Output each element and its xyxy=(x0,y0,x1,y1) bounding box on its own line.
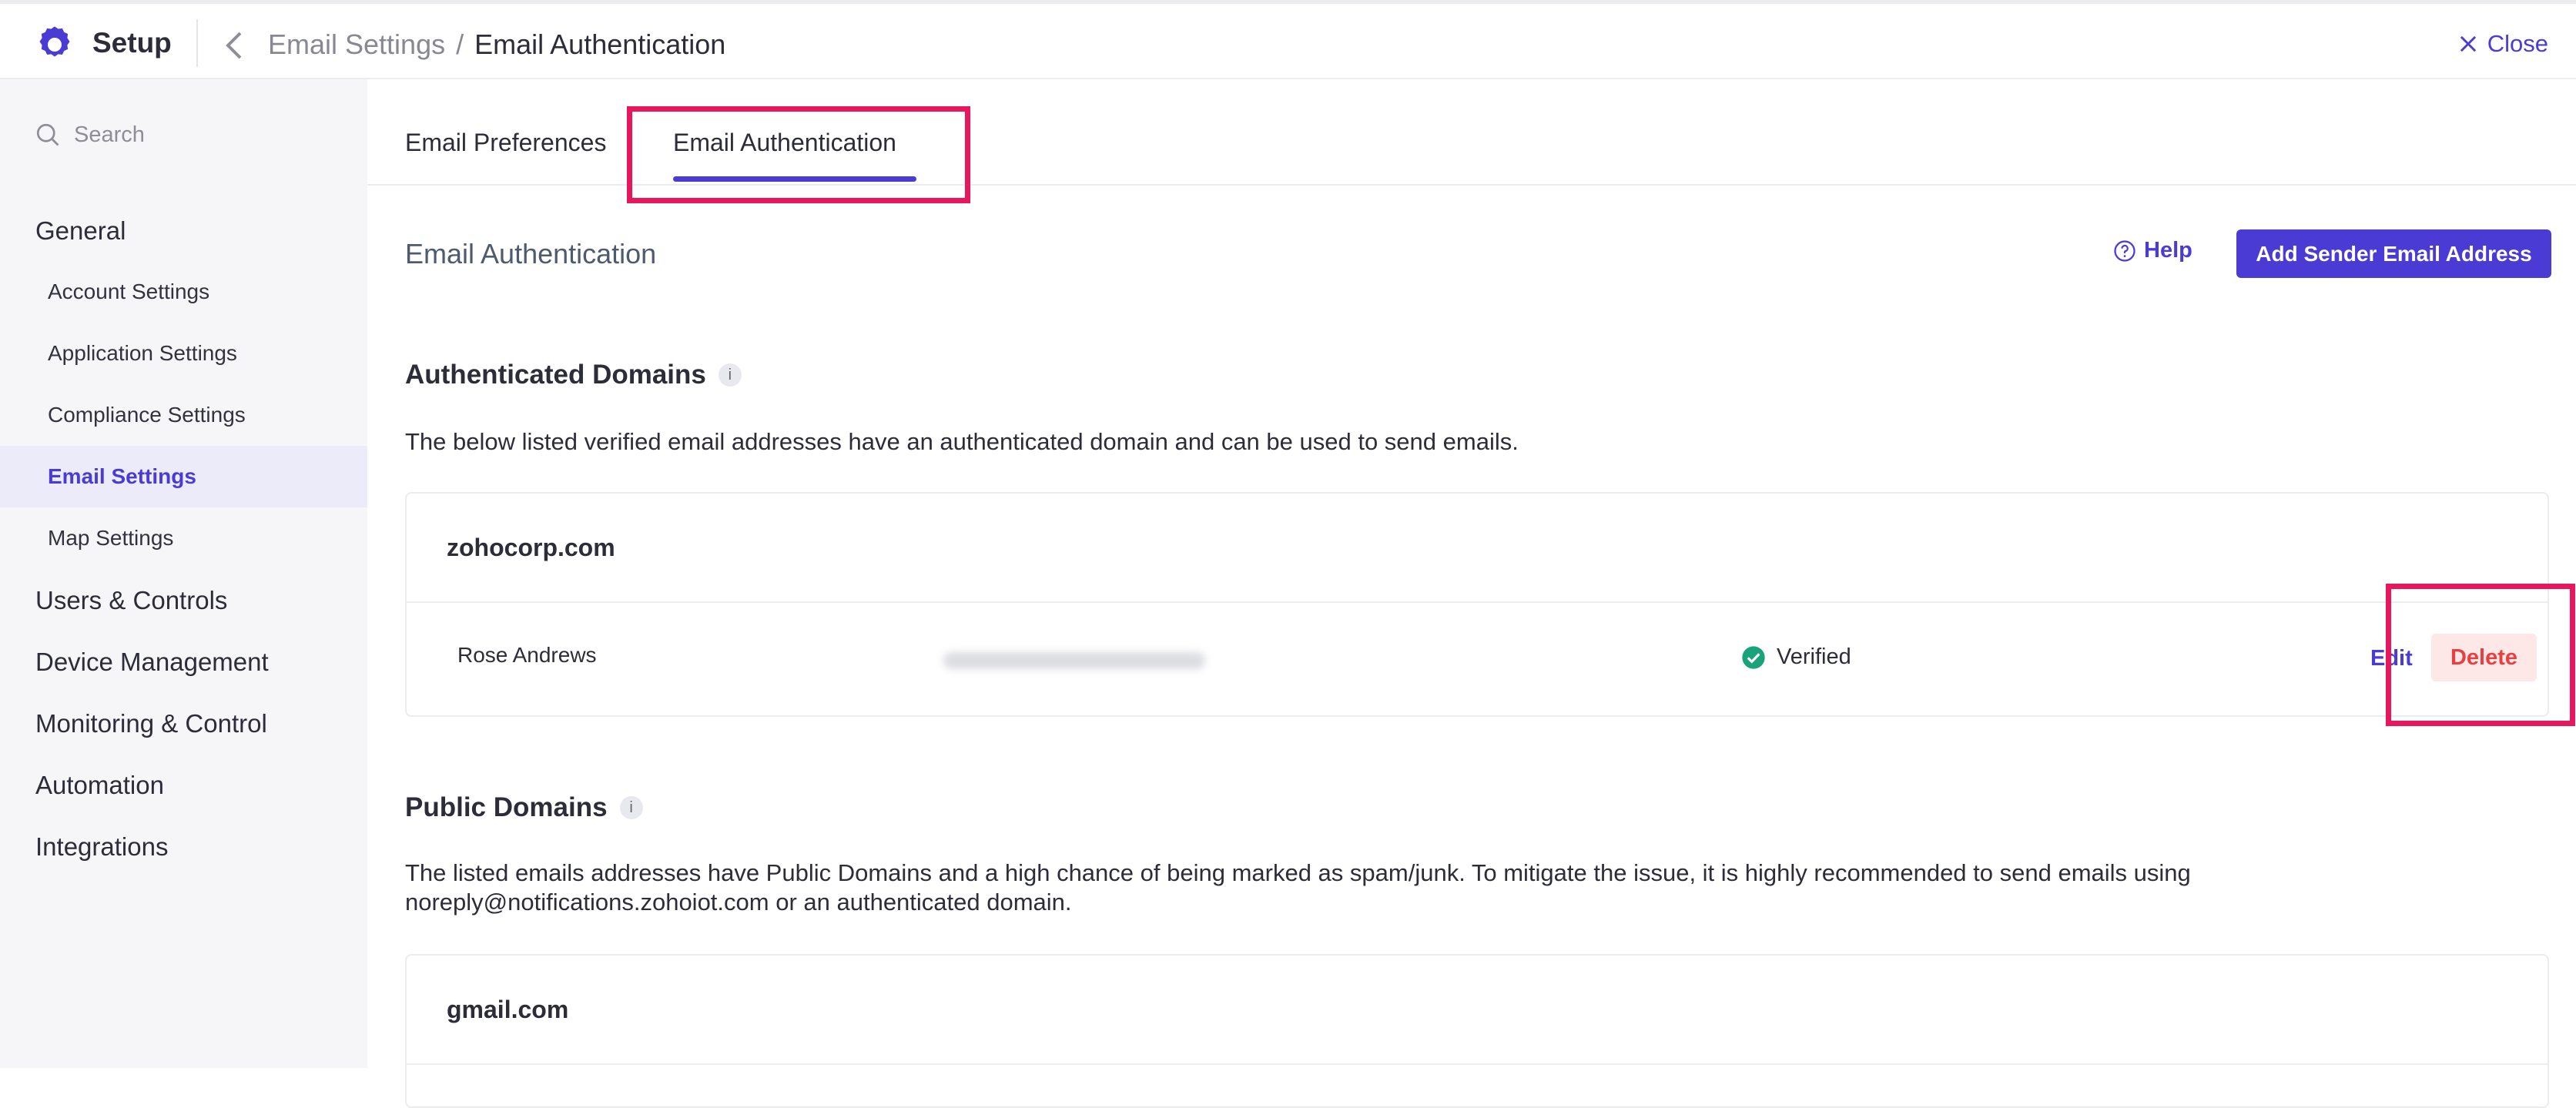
gear-logo-icon xyxy=(39,26,70,57)
search-input[interactable]: Search xyxy=(34,121,145,149)
close-label: Close xyxy=(2487,30,2548,57)
main-content: Email Preferences Email Authentication E… xyxy=(367,79,2576,1108)
highlight-box-delete xyxy=(2386,584,2575,726)
sidebar-group-users-controls[interactable]: Users & Controls xyxy=(35,586,227,615)
public-domains-heading: Public Domains i xyxy=(405,792,643,823)
sidebar-item-email-settings[interactable]: Email Settings xyxy=(0,446,367,507)
close-icon xyxy=(2460,35,2476,52)
info-icon[interactable]: i xyxy=(619,796,643,819)
app-title: Setup xyxy=(92,27,172,59)
help-link[interactable]: Help xyxy=(2113,238,2192,263)
back-chevron-icon[interactable] xyxy=(223,30,246,61)
public-domains-title: Public Domains xyxy=(405,792,608,822)
status-badge: Verified xyxy=(1741,644,1851,670)
authenticated-domains-heading: Authenticated Domains i xyxy=(405,360,742,390)
top-bar: Setup Email Settings / Email Authenticatio… xyxy=(0,0,2576,79)
sidebar-item-compliance-settings[interactable]: Compliance Settings xyxy=(0,384,367,446)
sidebar-item-application-settings[interactable]: Application Settings xyxy=(0,323,367,384)
sender-name: Rose Andrews xyxy=(457,643,597,667)
header-divider xyxy=(196,19,198,67)
public-description-line-2: noreply@notifications.zohoiot.com or an … xyxy=(405,889,1072,916)
domain-card-zohocorp: zohocorp.com Rose Andrews Verified Edit … xyxy=(405,492,2549,717)
sidebar-group-monitoring-control[interactable]: Monitoring & Control xyxy=(35,709,267,738)
sidebar: Search General Account Settings Applicat… xyxy=(0,79,367,1068)
sidebar-item-account-settings[interactable]: Account Settings xyxy=(0,261,367,323)
highlight-box-tab xyxy=(627,106,970,203)
status-label: Verified xyxy=(1777,644,1851,669)
breadcrumb-separator: / xyxy=(456,28,464,60)
help-icon xyxy=(2114,239,2136,262)
domain-name: zohocorp.com xyxy=(407,494,2548,603)
add-sender-email-button[interactable]: Add Sender Email Address xyxy=(2236,229,2551,278)
public-description-line-1: The listed emails addresses have Public … xyxy=(405,859,2191,886)
authenticated-domains-title: Authenticated Domains xyxy=(405,360,706,390)
sidebar-group-integrations[interactable]: Integrations xyxy=(35,832,168,862)
tab-email-preferences[interactable]: Email Preferences xyxy=(405,129,606,157)
sidebar-item-map-settings[interactable]: Map Settings xyxy=(0,507,367,569)
sidebar-group-automation[interactable]: Automation xyxy=(35,771,164,800)
sidebar-group-general[interactable]: General xyxy=(35,216,126,246)
close-button[interactable]: Close xyxy=(2458,30,2548,58)
authenticated-domains-description: The below listed verified email addresse… xyxy=(405,428,1519,455)
domain-card-gmail: gmail.com xyxy=(405,954,2549,1108)
breadcrumb: Email Settings / Email Authentication xyxy=(268,28,725,61)
help-label: Help xyxy=(2144,238,2192,263)
search-icon xyxy=(36,123,59,146)
blurred-email-address xyxy=(943,652,1205,669)
search-placeholder: Search xyxy=(74,122,145,147)
breadcrumb-current: Email Authentication xyxy=(474,28,726,60)
sidebar-group-device-management[interactable]: Device Management xyxy=(35,648,269,677)
public-domains-description: The listed emails addresses have Public … xyxy=(405,859,2423,917)
info-icon[interactable]: i xyxy=(718,363,742,387)
verified-check-icon xyxy=(1742,645,1765,669)
breadcrumb-parent-link[interactable]: Email Settings xyxy=(268,28,445,60)
section-title: Email Authentication xyxy=(405,238,657,269)
domain-name: gmail.com xyxy=(407,956,2548,1065)
table-row: Rose Andrews Verified Edit Delete xyxy=(407,603,2548,715)
